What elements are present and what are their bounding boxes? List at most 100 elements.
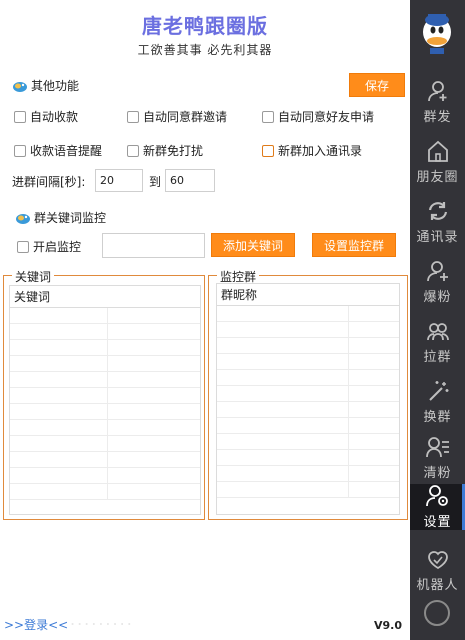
checkbox-label: 新群加入通讯录 bbox=[278, 144, 363, 158]
sidebar-item-robot[interactable]: 机器人 bbox=[410, 540, 465, 600]
bird-icon bbox=[15, 211, 31, 225]
table-cell bbox=[349, 386, 399, 401]
table-cell bbox=[108, 420, 200, 435]
power-icon[interactable] bbox=[424, 600, 450, 626]
sidebar-item-boost-fans[interactable]: 爆粉 bbox=[410, 252, 465, 312]
table-row[interactable] bbox=[10, 436, 200, 452]
keywords-rows bbox=[10, 308, 200, 500]
sidebar-item-moments[interactable]: 朋友圈 bbox=[410, 132, 465, 192]
table-cell bbox=[10, 372, 108, 387]
sidebar-item-pull-group[interactable]: 拉群 bbox=[410, 312, 465, 372]
table-cell bbox=[10, 484, 108, 499]
table-row[interactable] bbox=[10, 388, 200, 404]
table-cell bbox=[349, 482, 399, 497]
table-cell bbox=[108, 452, 200, 467]
table-row[interactable] bbox=[217, 434, 399, 450]
sidebar-label: 清粉 bbox=[423, 465, 452, 481]
checkbox-label: 收款语音提醒 bbox=[30, 144, 103, 158]
monitor-column-header[interactable]: 群昵称 bbox=[217, 284, 399, 306]
set-monitor-group-button[interactable]: 设置监控群 bbox=[312, 233, 396, 257]
checkbox-label: 自动同意群邀请 bbox=[143, 110, 228, 124]
table-row[interactable] bbox=[10, 452, 200, 468]
table-cell bbox=[349, 450, 399, 465]
sidebar-item-mass-send[interactable]: 群发 bbox=[410, 72, 465, 132]
checkbox-box[interactable] bbox=[14, 144, 26, 157]
table-row[interactable] bbox=[217, 450, 399, 466]
table-row[interactable] bbox=[217, 466, 399, 482]
table-cell bbox=[108, 484, 200, 499]
app-subtitle: 工欲善其事 必先利其器 bbox=[137, 43, 273, 57]
add-keyword-button[interactable]: 添加关键词 bbox=[211, 233, 295, 257]
table-row[interactable] bbox=[217, 354, 399, 370]
table-row[interactable] bbox=[10, 308, 200, 324]
sparkle-icon bbox=[428, 380, 448, 401]
checkbox-box[interactable] bbox=[17, 240, 29, 253]
mute-new-group-checkbox[interactable]: 新群免打扰 bbox=[127, 142, 203, 159]
home-icon bbox=[427, 140, 448, 162]
table-row[interactable] bbox=[10, 356, 200, 372]
checkbox-box[interactable] bbox=[14, 110, 26, 123]
table-cell bbox=[217, 402, 349, 417]
bird-icon bbox=[12, 79, 28, 93]
save-new-group-checkbox[interactable]: 新群加入通讯录 bbox=[262, 142, 362, 159]
keyword-input[interactable] bbox=[102, 233, 205, 258]
table-cell bbox=[108, 388, 200, 403]
table-cell bbox=[349, 322, 399, 337]
sidebar-item-switch-group[interactable]: 换群 bbox=[410, 372, 465, 432]
keywords-column-header[interactable]: 关键词 bbox=[10, 286, 200, 308]
monitor-groupbox: 监控群 群昵称 bbox=[208, 268, 408, 520]
interval-from-input[interactable]: 20 bbox=[95, 169, 143, 192]
table-cell bbox=[10, 356, 108, 371]
sidebar-label: 朋友圈 bbox=[416, 169, 459, 185]
auto-accept-group-invite-checkbox[interactable]: 自动同意群邀请 bbox=[127, 108, 227, 125]
enable-monitor-checkbox[interactable]: 开启监控 bbox=[17, 238, 81, 255]
table-cell bbox=[217, 322, 349, 337]
table-row[interactable] bbox=[217, 322, 399, 338]
table-row[interactable] bbox=[10, 404, 200, 420]
auto-collect-checkbox[interactable]: 自动收款 bbox=[14, 108, 78, 125]
save-button[interactable]: 保存 bbox=[349, 73, 405, 97]
table-row[interactable] bbox=[10, 420, 200, 436]
login-link[interactable]: >>登录<< bbox=[4, 616, 68, 633]
table-row[interactable] bbox=[10, 468, 200, 484]
table-cell bbox=[217, 354, 349, 369]
table-row[interactable] bbox=[10, 340, 200, 356]
voice-alert-checkbox[interactable]: 收款语音提醒 bbox=[14, 142, 102, 159]
interval-label: 进群间隔[秒]: bbox=[12, 175, 86, 189]
checkbox-box[interactable] bbox=[127, 110, 139, 123]
table-cell bbox=[217, 306, 349, 321]
table-row[interactable] bbox=[10, 324, 200, 340]
table-row[interactable] bbox=[217, 338, 399, 354]
table-row[interactable] bbox=[10, 372, 200, 388]
checkbox-label: 自动收款 bbox=[30, 110, 79, 124]
table-cell bbox=[10, 324, 108, 339]
auto-accept-friend-checkbox[interactable]: 自动同意好友申请 bbox=[262, 108, 374, 125]
table-row[interactable] bbox=[217, 386, 399, 402]
table-row[interactable] bbox=[217, 370, 399, 386]
table-row[interactable] bbox=[217, 482, 399, 498]
table-cell bbox=[349, 338, 399, 353]
add-user-icon bbox=[426, 260, 448, 281]
checkbox-box[interactable] bbox=[262, 110, 274, 123]
table-row[interactable] bbox=[217, 402, 399, 418]
table-row[interactable] bbox=[10, 484, 200, 500]
checkbox-box[interactable] bbox=[262, 144, 274, 157]
table-row[interactable] bbox=[217, 306, 399, 322]
checkbox-box[interactable] bbox=[127, 144, 139, 157]
sidebar-item-clear-fans[interactable]: 清粉 bbox=[410, 428, 465, 488]
sidebar-item-contacts[interactable]: 通讯录 bbox=[410, 192, 465, 252]
checkbox-label: 开启监控 bbox=[33, 240, 82, 254]
interval-to-input[interactable]: 60 bbox=[165, 169, 215, 192]
table-cell bbox=[10, 420, 108, 435]
keyword-monitor-title: 群关键词监控 bbox=[34, 211, 107, 225]
sidebar-item-settings[interactable]: 设置 bbox=[410, 484, 465, 530]
monitor-rows bbox=[217, 306, 399, 498]
table-row[interactable] bbox=[217, 418, 399, 434]
watermark: ......... bbox=[70, 610, 134, 629]
keywords-group-title: 关键词 bbox=[12, 268, 55, 285]
table-cell bbox=[349, 354, 399, 369]
checkbox-label: 自动同意好友申请 bbox=[278, 110, 375, 124]
keywords-table[interactable]: 关键词 bbox=[9, 285, 201, 515]
table-cell bbox=[217, 466, 349, 481]
monitor-table[interactable]: 群昵称 bbox=[216, 283, 400, 515]
